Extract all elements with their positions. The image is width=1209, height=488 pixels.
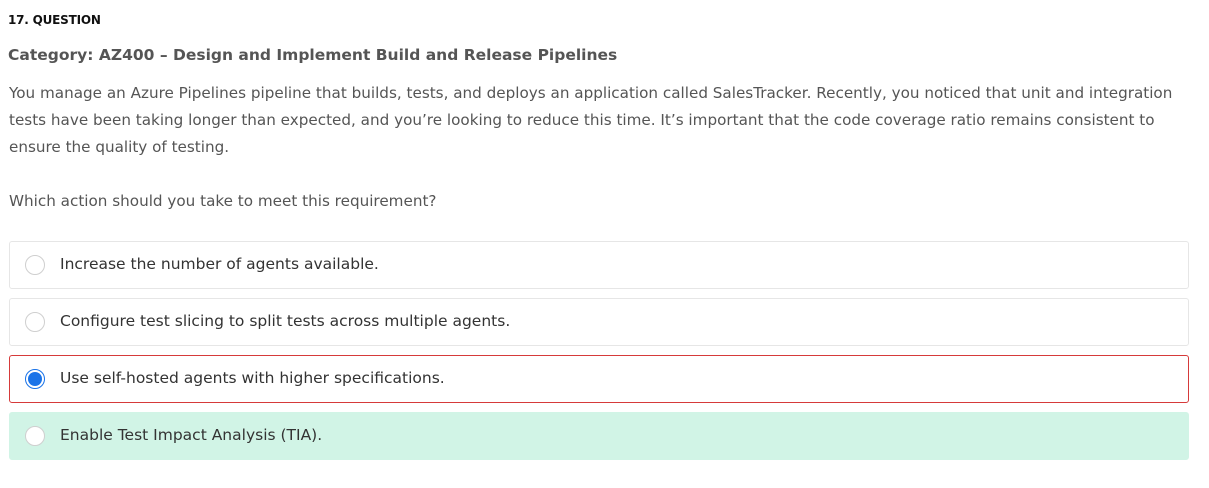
answer-option-label: Configure test slicing to split tests ac…	[60, 312, 511, 330]
radio-unchecked-icon[interactable]	[25, 312, 45, 332]
question-number: 17. QUESTION	[8, 13, 101, 27]
question-category: Category: AZ400 – Design and Implement B…	[8, 46, 618, 64]
question-text: You manage an Azure Pipelines pipeline t…	[9, 84, 1173, 156]
answer-option-3-selected-incorrect[interactable]: Use self-hosted agents with higher speci…	[9, 355, 1189, 403]
question-prompt: Which action should you take to meet thi…	[9, 192, 437, 210]
answer-option-label: Use self-hosted agents with higher speci…	[60, 369, 445, 387]
radio-checked-icon[interactable]	[25, 369, 45, 389]
radio-unchecked-icon[interactable]	[25, 255, 45, 275]
answer-option-1[interactable]: Increase the number of agents available.	[9, 241, 1189, 289]
radio-unchecked-icon[interactable]	[25, 426, 45, 446]
answer-option-label: Increase the number of agents available.	[60, 255, 379, 273]
answer-option-label: Enable Test Impact Analysis (TIA).	[60, 426, 323, 444]
question-card: 17. QUESTION Category: AZ400 – Design an…	[0, 0, 1209, 488]
answer-option-2[interactable]: Configure test slicing to split tests ac…	[9, 298, 1189, 346]
answer-option-4-correct[interactable]: Enable Test Impact Analysis (TIA).	[9, 412, 1189, 460]
